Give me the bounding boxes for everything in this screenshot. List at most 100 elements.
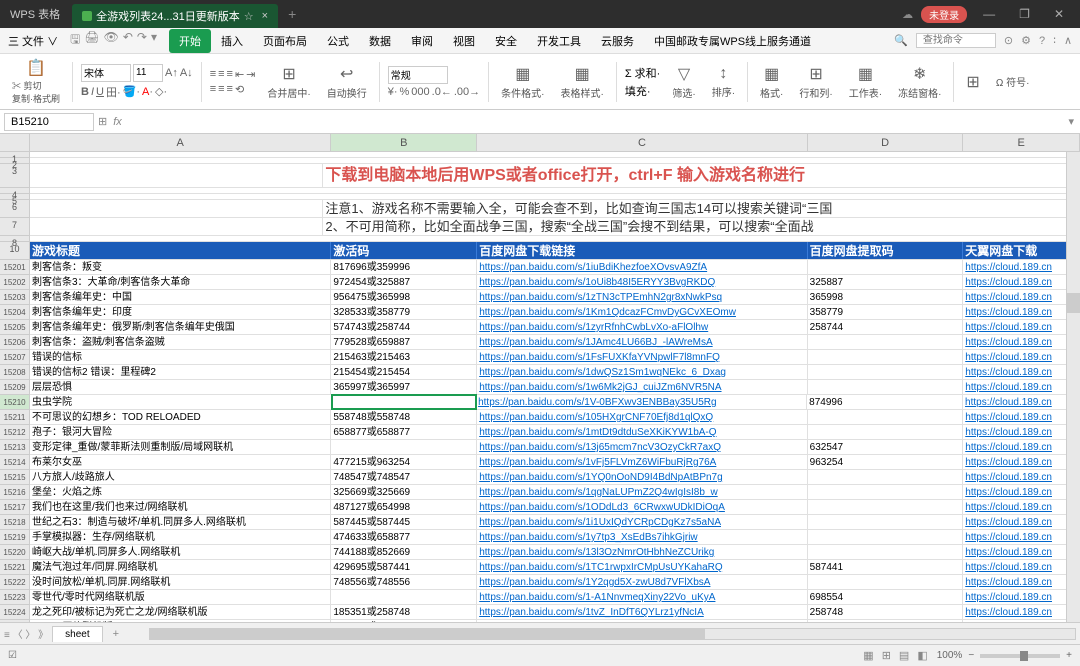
link[interactable]: https://pan.baidu.com/s/1Y2qgd5X-zwU8d7V… — [479, 577, 710, 588]
tools-icon[interactable]: ⊞ — [966, 72, 979, 92]
link[interactable]: https://cloud.189.cn — [965, 337, 1052, 348]
cell[interactable]: https://pan.baidu.com/s/13l3OzNmrOtHbhNe… — [477, 545, 807, 559]
link[interactable]: https://cloud.189.cn — [965, 607, 1052, 618]
merge-icon[interactable]: ⊞ — [282, 64, 295, 84]
tab-cloud[interactable]: 云服务 — [591, 29, 644, 53]
cell[interactable]: 258748 — [808, 605, 964, 619]
close-icon[interactable]: × — [262, 10, 268, 22]
cell[interactable]: 孢子：银河大冒险 — [30, 425, 331, 439]
cell[interactable] — [808, 545, 964, 559]
add-sheet-button[interactable]: + — [107, 628, 125, 640]
link[interactable]: https://cloud.189.cn — [965, 562, 1052, 573]
cell[interactable]: 刺客信条编年史：中国 — [30, 290, 331, 304]
increase-font-icon[interactable]: A↑ — [165, 67, 178, 79]
row-header[interactable]: 15210 — [0, 395, 29, 410]
orientation-icon[interactable]: ⟲ — [235, 83, 244, 96]
cell[interactable]: 天翼网盘下载 — [963, 242, 1080, 259]
link[interactable]: https://pan.baidu.com/s/1qgNaLUPmZ2Q4wIg… — [479, 487, 717, 498]
align-top-icon[interactable]: ≡ — [210, 68, 216, 80]
link[interactable]: https://cloud.189.cn — [965, 457, 1052, 468]
cloud-icon[interactable]: ☁ — [902, 8, 913, 21]
link[interactable]: https://cloud.189.cn — [965, 367, 1052, 378]
cell[interactable]: 744188或852669 — [331, 545, 477, 559]
row-header[interactable]: 15208 — [0, 365, 29, 380]
row-header[interactable]: 15217 — [0, 500, 29, 515]
cell[interactable]: https://pan.baidu.com/s/1oUi8b48I5ERYY3B… — [477, 275, 807, 289]
file-menu[interactable]: 三 文件 ∨ — [0, 33, 66, 49]
clear-icon[interactable]: ◇· — [155, 85, 167, 98]
link[interactable]: https://cloud.189.cn — [965, 307, 1052, 318]
row-header[interactable]: 15218 — [0, 515, 29, 530]
cell[interactable] — [808, 365, 964, 379]
worksheet-icon[interactable]: ▦ — [858, 64, 873, 84]
sum-button[interactable]: Σ 求和· — [625, 65, 661, 81]
row-header[interactable]: 7 — [0, 218, 29, 236]
comma-icon[interactable]: 000 — [411, 86, 429, 98]
sort-icon[interactable]: ↕ — [719, 65, 727, 83]
link[interactable]: https://pan.baidu.com/s/1zTN3cTPEmhN2gr8… — [479, 292, 722, 303]
undo-icon[interactable]: ↶ — [123, 30, 133, 51]
row-header[interactable]: 15206 — [0, 335, 29, 350]
tab-home[interactable]: 开始 — [169, 29, 211, 53]
cell[interactable]: 328533或358779 — [331, 305, 477, 319]
cell[interactable]: 布莱尔女巫 — [30, 455, 331, 469]
bold-icon[interactable]: B — [81, 86, 89, 98]
row-header[interactable]: 3 — [0, 164, 29, 188]
cell[interactable]: https://pan.baidu.com/s/1qgNaLUPmZ2Q4wIg… — [477, 485, 807, 499]
cell[interactable]: https://cloud.189.cn — [963, 260, 1080, 274]
link[interactable]: https://pan.baidu.com/s/1iuBdiKhezfoeXOv… — [479, 262, 707, 273]
cell[interactable]: 不可思议的幻想乡：TOD RELOADED — [30, 410, 331, 424]
help-icon[interactable]: ⊙ — [1004, 34, 1013, 47]
cell[interactable]: https://cloud.189.cn — [963, 455, 1080, 469]
cell[interactable]: https://cloud.189.cn — [963, 575, 1080, 589]
zoom-slider[interactable] — [980, 654, 1060, 658]
cell[interactable]: https://cloud.189.cn — [963, 545, 1080, 559]
cell[interactable]: 558748或558748 — [331, 410, 477, 424]
cell[interactable]: 层层恐惧 — [30, 380, 331, 394]
view-layout-icon[interactable]: ⊞ — [879, 649, 894, 662]
tab-formula[interactable]: 公式 — [317, 29, 359, 53]
cell[interactable] — [808, 425, 964, 439]
link[interactable]: https://cloud.189.cn — [965, 532, 1052, 543]
sheet-tab[interactable]: sheet — [52, 626, 102, 642]
link[interactable]: https://cloud.189.cn — [965, 292, 1052, 303]
row-header[interactable]: 15224 — [0, 605, 29, 620]
cell[interactable]: 215454或215454 — [331, 365, 477, 379]
align-middle-icon[interactable]: ≡ — [218, 68, 224, 80]
cell[interactable]: https://pan.baidu.com/s/1TC1rwpxIrCMpUsU… — [477, 560, 807, 574]
row-header[interactable]: 15213 — [0, 440, 29, 455]
link[interactable]: https://pan.baidu.com/s/1TC1rwpxIrCMpUsU… — [479, 562, 722, 573]
cell[interactable]: 百度网盘提取码 — [808, 242, 964, 259]
cell[interactable]: https://cloud.189.cn — [963, 290, 1080, 304]
number-format-select[interactable] — [388, 66, 448, 84]
cell[interactable]: GTFO/网络联机版 — [30, 620, 331, 622]
cell[interactable]: 429695或587441 — [331, 560, 477, 574]
cell[interactable]: 刺客信条：叛变 — [30, 260, 331, 274]
row-header[interactable]: 15222 — [0, 575, 29, 590]
align-center-icon[interactable]: ≡ — [218, 83, 224, 95]
link[interactable]: https://cloud.189.cn — [965, 262, 1052, 273]
cell[interactable]: 325669或325669 — [331, 485, 477, 499]
fill-color-icon[interactable]: 🪣· — [123, 85, 140, 98]
cell[interactable]: https://pan.baidu.com/s/1V-0BFXwv3ENBBay… — [476, 395, 807, 409]
row-header[interactable]: 6 — [0, 200, 29, 218]
cell[interactable]: 365997或365997 — [331, 380, 477, 394]
cell[interactable]: 963254 — [808, 455, 964, 469]
italic-icon[interactable]: I — [91, 86, 94, 98]
cell[interactable]: https://cloud.189.cn — [963, 500, 1080, 514]
cell[interactable]: 刺客信条3：大革命/刺客信条大革命 — [30, 275, 331, 289]
cell[interactable]: https://cloud.189.cn — [963, 440, 1080, 454]
cell[interactable]: https://pan.baidu.com/s/1dwQSz1Sm1wqNEkc… — [477, 365, 807, 379]
link[interactable]: https://pan.baidu.com/s/1y7tp3_XsEdBs7ih… — [479, 532, 697, 543]
indent-right-icon[interactable]: ⇥ — [246, 68, 255, 81]
link[interactable]: https://cloud.189.cn — [965, 577, 1052, 588]
cell[interactable]: https://pan.baidu.com/s/105HXgrCNF70Efj8… — [477, 410, 807, 424]
expand-formula-icon[interactable]: ▾ — [1062, 115, 1080, 128]
sheet-label[interactable]: 工作表· — [849, 85, 882, 100]
cell[interactable]: 632547 — [808, 440, 964, 454]
cell[interactable]: https://pan.baidu.com/s/1zTN3cTPEmhN2gr8… — [477, 290, 807, 304]
symbol-button[interactable]: Ω 符号· — [996, 74, 1030, 89]
link[interactable]: https://cloud.189.cn — [965, 397, 1052, 408]
cell[interactable]: 748556或748556 — [331, 575, 477, 589]
cell[interactable]: 698554 — [808, 590, 964, 604]
